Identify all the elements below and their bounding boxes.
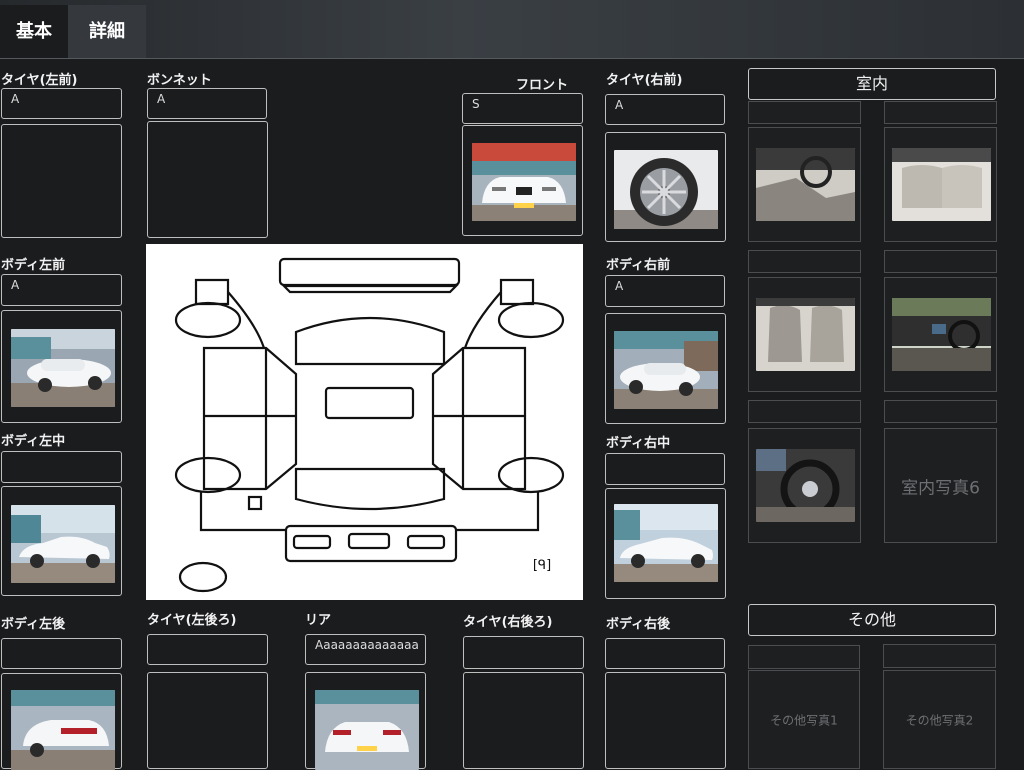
bonnet-field[interactable]: A bbox=[147, 88, 267, 119]
interior-photo2[interactable] bbox=[884, 127, 997, 242]
body-right-rear-field[interactable] bbox=[605, 638, 725, 669]
car-outline-diagram bbox=[174, 257, 565, 593]
body-right-rear-label: ボディ右後 bbox=[606, 617, 671, 632]
front-field[interactable]: S bbox=[462, 93, 583, 124]
body-right-rear-photo[interactable] bbox=[605, 672, 726, 769]
interior-photo-steering bbox=[756, 449, 855, 522]
body-left-front-label: ボディ左前 bbox=[1, 258, 66, 273]
body-left-rear-photo[interactable] bbox=[1, 673, 122, 770]
interior-photo4-label-slot[interactable] bbox=[884, 250, 997, 273]
body-right-middle-label: ボディ右中 bbox=[606, 436, 671, 451]
other-photo2-placeholder: その他写真2 bbox=[905, 713, 974, 727]
body-right-front-field[interactable]: A bbox=[605, 275, 725, 307]
interior-photo1[interactable] bbox=[748, 127, 861, 242]
tire-front-left-photo[interactable] bbox=[1, 124, 122, 238]
interior-photo5-label-slot[interactable] bbox=[748, 400, 861, 423]
tire-rear-left-field[interactable] bbox=[147, 634, 268, 665]
interior-photo6[interactable]: 室内写真6 bbox=[884, 428, 997, 543]
interior-photo3[interactable] bbox=[748, 277, 861, 392]
front-label: フロント bbox=[516, 78, 569, 93]
tire-front-right-label: タイヤ(右前) bbox=[606, 73, 683, 88]
body-right-middle-photo[interactable] bbox=[605, 488, 726, 599]
interior-photo3-label-slot[interactable] bbox=[748, 250, 861, 273]
tire-rear-right-label: タイヤ(右後ろ) bbox=[463, 615, 553, 630]
car-photo-left-side bbox=[11, 505, 115, 583]
tire-front-right-field[interactable]: A bbox=[605, 94, 725, 125]
other-photo2-label-slot[interactable] bbox=[883, 644, 996, 668]
bonnet-label: ボンネット bbox=[147, 73, 212, 88]
body-left-middle-label: ボディ左中 bbox=[1, 434, 66, 449]
tire-photo-front-right bbox=[614, 150, 718, 229]
interior-photo2-label-slot[interactable] bbox=[884, 101, 997, 124]
interior-photo-cockpit bbox=[892, 298, 991, 371]
other-photo1-placeholder: その他写真1 bbox=[770, 713, 838, 727]
tire-front-right-photo[interactable] bbox=[605, 132, 726, 242]
rear-photo[interactable] bbox=[305, 672, 426, 770]
tire-rear-left-label: タイヤ(左後ろ) bbox=[147, 613, 237, 628]
other-photo1-label-slot[interactable] bbox=[748, 645, 860, 669]
tire-front-left-field[interactable]: A bbox=[1, 88, 122, 119]
rear-label: リア bbox=[305, 613, 332, 628]
car-photo-left-front bbox=[11, 329, 115, 407]
front-photo[interactable] bbox=[462, 125, 583, 236]
interior-photo1-label-slot[interactable] bbox=[748, 101, 861, 124]
other-section-header: その他 bbox=[748, 604, 996, 636]
tab-detail[interactable]: 詳細 bbox=[68, 5, 146, 58]
body-right-front-label: ボディ右前 bbox=[606, 258, 671, 273]
body-left-front-field[interactable]: A bbox=[1, 274, 122, 306]
tire-rear-right-field[interactable] bbox=[463, 636, 584, 669]
car-photo-rear bbox=[315, 690, 419, 770]
tire-rear-left-photo[interactable] bbox=[147, 672, 268, 769]
tire-front-left-label: タイヤ(左前) bbox=[1, 73, 78, 88]
body-right-middle-field[interactable] bbox=[605, 453, 725, 485]
body-left-middle-field[interactable] bbox=[1, 451, 122, 483]
car-photo-front bbox=[472, 143, 576, 221]
interior-photo6-placeholder: 室内写真6 bbox=[901, 478, 980, 498]
interior-photo5[interactable] bbox=[748, 428, 861, 543]
other-photo1[interactable]: その他写真1 bbox=[748, 670, 860, 769]
body-right-front-photo[interactable] bbox=[605, 313, 726, 424]
interior-photo6-label-slot[interactable] bbox=[884, 400, 997, 423]
zoom-icon[interactable]: [ᑫ] bbox=[530, 557, 554, 575]
top-bar: 基本 詳細 bbox=[0, 0, 1024, 59]
interior-photo-rear-seats bbox=[892, 148, 991, 221]
bonnet-photo[interactable] bbox=[147, 121, 268, 238]
tire-rear-right-photo[interactable] bbox=[463, 672, 584, 769]
body-left-middle-photo[interactable] bbox=[1, 486, 122, 596]
body-left-rear-label: ボディ左後 bbox=[1, 617, 66, 632]
interior-photo-front-seats bbox=[756, 298, 855, 371]
body-left-front-photo[interactable] bbox=[1, 310, 122, 423]
car-photo-right-side bbox=[614, 504, 718, 582]
other-photo2[interactable]: その他写真2 bbox=[883, 670, 996, 769]
tab-basic[interactable]: 基本 bbox=[0, 5, 68, 58]
body-left-rear-field[interactable] bbox=[1, 638, 122, 669]
car-photo-right-front bbox=[614, 331, 718, 409]
interior-photo4[interactable] bbox=[884, 277, 997, 392]
car-photo-left-rear bbox=[11, 690, 115, 770]
interior-photo-dashboard bbox=[756, 148, 855, 221]
car-damage-diagram[interactable]: [ᑫ] bbox=[146, 244, 583, 600]
interior-section-header: 室内 bbox=[748, 68, 996, 100]
rear-field[interactable]: Aaaaaaaaaaaaaa bbox=[305, 634, 426, 665]
